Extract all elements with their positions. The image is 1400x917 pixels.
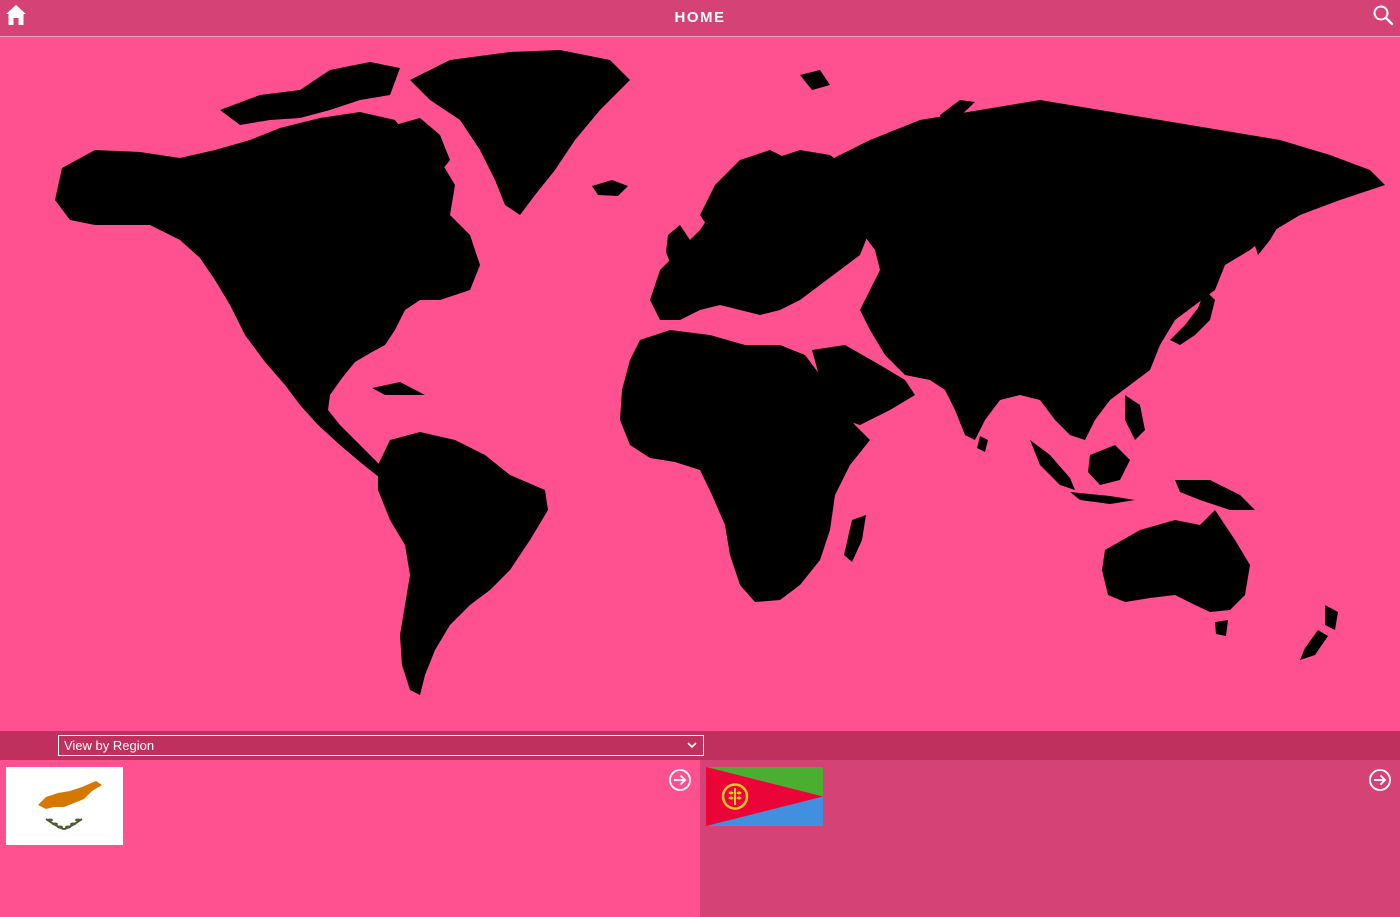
australia[interactable] <box>1102 510 1250 612</box>
java[interactable] <box>1070 492 1135 504</box>
search-icon[interactable] <box>1372 4 1394 26</box>
arrow-right-circle-icon[interactable] <box>668 768 692 792</box>
region-select-value: View by Region <box>64 738 155 753</box>
eritrea-flag-icon <box>706 767 823 826</box>
world-map-svg[interactable] <box>0 37 1400 731</box>
svalbard[interactable] <box>800 70 830 90</box>
new-zealand-south[interactable] <box>1300 630 1328 660</box>
south-america[interactable] <box>378 432 548 695</box>
new-zealand-north[interactable] <box>1325 605 1338 630</box>
asia[interactable] <box>830 100 1385 440</box>
tasmania[interactable] <box>1215 620 1228 636</box>
world-map[interactable] <box>0 37 1400 731</box>
top-bar: HOME <box>0 0 1400 37</box>
north-america[interactable] <box>55 112 480 478</box>
cyprus-flag-icon <box>6 767 123 845</box>
country-card-cyprus[interactable] <box>0 760 700 917</box>
great-britain[interactable] <box>666 225 690 268</box>
country-card-eritrea[interactable] <box>700 760 1400 917</box>
new-guinea[interactable] <box>1175 480 1255 510</box>
philippines[interactable] <box>1125 395 1145 440</box>
page-title: HOME <box>674 9 726 26</box>
cuba[interactable] <box>372 382 425 395</box>
madagascar[interactable] <box>844 515 866 562</box>
region-select[interactable]: View by Region <box>58 735 704 756</box>
chevron-down-icon <box>687 742 697 749</box>
arrow-right-circle-icon[interactable] <box>1368 768 1392 792</box>
sumatra[interactable] <box>1030 440 1075 490</box>
filter-bar: View by Region <box>0 731 1400 760</box>
iceland[interactable] <box>592 180 628 196</box>
sri-lanka[interactable] <box>977 436 988 452</box>
borneo[interactable] <box>1088 445 1130 485</box>
